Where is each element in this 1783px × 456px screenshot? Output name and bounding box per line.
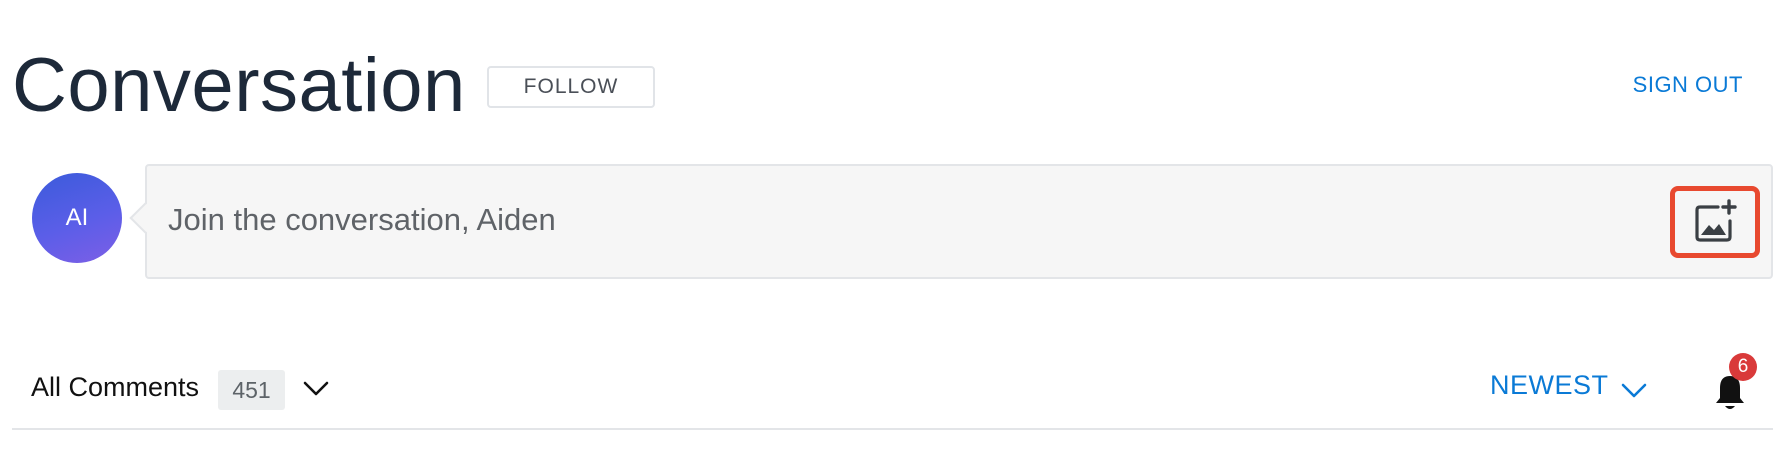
follow-button[interactable]: FOLLOW <box>487 66 655 108</box>
add-image-icon <box>1695 199 1737 242</box>
sort-dropdown[interactable]: NEWEST <box>1490 370 1609 401</box>
comment-count-badge: 451 <box>218 370 285 410</box>
sign-out-link[interactable]: SIGN OUT <box>1633 72 1743 98</box>
notification-badge: 6 <box>1729 353 1757 381</box>
chevron-down-icon[interactable] <box>301 376 331 400</box>
avatar-initials: AI <box>65 204 89 231</box>
avatar: AI <box>32 173 122 263</box>
divider <box>12 428 1773 430</box>
all-comments-label: All Comments <box>31 372 200 402</box>
comment-input[interactable] <box>168 190 1648 250</box>
page-title: Conversation <box>12 43 466 128</box>
add-image-button[interactable] <box>1670 186 1760 258</box>
sort-chevron-down-icon[interactable] <box>1619 378 1649 402</box>
